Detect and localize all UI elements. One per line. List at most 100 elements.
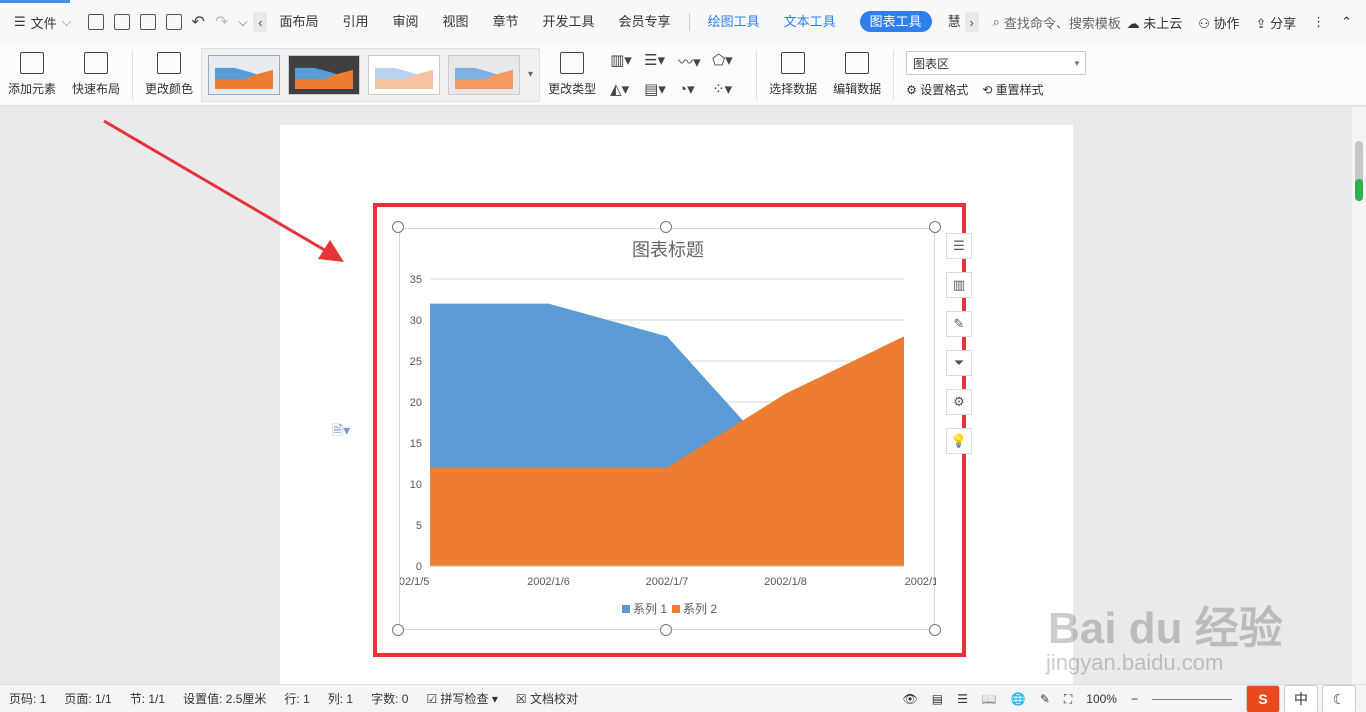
tab-separator xyxy=(688,13,690,31)
bar-chart-icon[interactable]: ☰▾ xyxy=(644,51,678,72)
page-view-icon[interactable]: ▤ xyxy=(932,692,943,706)
ime-moon-icon[interactable]: ☾ xyxy=(1322,685,1356,712)
tab-review[interactable]: 审阅 xyxy=(380,0,430,44)
right-actions: ☁ 未上云 ⚇ 协作 ⇪ 分享 ⋮ ⌃ xyxy=(1127,0,1352,44)
collapse-ribbon-icon[interactable]: ⌃ xyxy=(1341,14,1352,30)
chart-brush-icon[interactable]: ✎ xyxy=(946,311,972,337)
quick-layout-button[interactable]: 快速布局 xyxy=(64,46,128,104)
chart-element-select[interactable]: 图表区 ▾ xyxy=(906,51,1087,75)
status-page-number[interactable]: 页码: 1 xyxy=(0,690,55,707)
column-chart-icon[interactable]: ▥▾ xyxy=(610,51,644,72)
chart-style-thumb-4[interactable] xyxy=(448,54,521,95)
write-view-icon[interactable]: ✎ xyxy=(1040,692,1050,706)
file-menu-label: 文件 xyxy=(30,15,57,31)
share-button[interactable]: ⇪ 分享 xyxy=(1256,13,1297,32)
chart-elements-icon[interactable]: ☰ xyxy=(946,233,972,259)
ime-lang-toggle[interactable]: 中 xyxy=(1284,685,1318,712)
collaborate-button[interactable]: ⚇ 协作 xyxy=(1198,13,1239,32)
change-type-icon xyxy=(560,52,585,74)
tab-drawing-tools[interactable]: 绘图工具 xyxy=(696,0,772,44)
area-chart-icon[interactable]: ◭▾ xyxy=(610,80,644,98)
chart-tips-icon[interactable]: 💡 xyxy=(946,428,972,454)
paragraph-options-icon[interactable]: 🗎▾ xyxy=(332,420,350,444)
status-bar: 页码: 1 页面: 1/1 节: 1/1 设置值: 2.5厘米 行: 1 列: … xyxy=(0,684,1366,712)
chart-style-thumb-2[interactable] xyxy=(288,54,361,95)
tab-text-tools[interactable]: 文本工具 xyxy=(772,0,848,44)
status-word-count[interactable]: 字数: 0 xyxy=(362,690,417,707)
change-color-button[interactable]: 更改颜色 xyxy=(137,46,201,104)
status-setting-value[interactable]: 设置值: 2.5厘米 xyxy=(174,690,275,707)
scatter-chart-icon[interactable]: ⁘▾ xyxy=(712,80,746,98)
set-format-button[interactable]: ⚙ 设置格式 xyxy=(906,81,968,98)
status-pages[interactable]: 页面: 1/1 xyxy=(55,690,120,707)
reading-view-icon[interactable]: 📖 xyxy=(982,692,997,706)
select-data-label: 选择数据 xyxy=(769,82,818,96)
style-preview-2 xyxy=(295,67,354,89)
zoom-level[interactable]: 100% xyxy=(1086,692,1117,706)
print-preview-icon[interactable] xyxy=(165,14,182,30)
edit-data-button[interactable]: 编辑数据 xyxy=(825,46,889,104)
reset-style-button[interactable]: ⟲ 重置样式 xyxy=(982,81,1043,98)
chart-style-thumb-3[interactable] xyxy=(368,54,441,95)
status-col[interactable]: 列: 1 xyxy=(319,690,362,707)
scroll-indicator xyxy=(1355,179,1363,201)
redo-icon[interactable]: ↷ xyxy=(215,12,228,32)
tabs-scroll-left[interactable]: ‹ xyxy=(253,12,268,32)
tab-developer[interactable]: 开发工具 xyxy=(531,0,607,44)
outline-view-icon[interactable]: ☰ xyxy=(957,692,968,706)
customize-icon[interactable]: ⌵ xyxy=(238,15,247,30)
save-icon[interactable] xyxy=(87,14,104,30)
format-group: 图表区 ▾ ⚙ 设置格式 ⟲ 重置样式 xyxy=(898,51,1094,98)
set-format-label: 设置格式 xyxy=(920,83,969,97)
eye-protect-icon[interactable]: 👁 xyxy=(903,692,918,706)
status-right: 👁 ▤ ☰ 📖 🌐 ✎ ⛶ 100% − S 中 ☾ xyxy=(903,685,1366,712)
status-row[interactable]: 行: 1 xyxy=(275,690,318,707)
undo-icon[interactable]: ↶ xyxy=(192,12,205,32)
zoom-slider[interactable] xyxy=(1152,698,1232,700)
chart-style-icon[interactable]: ▥ xyxy=(946,272,972,298)
change-type-button[interactable]: 更改类型 xyxy=(540,46,604,104)
gallery-more-icon[interactable]: ▾ xyxy=(528,69,533,80)
chart-side-tools: ☰ ▥ ✎ ⏷ ⚙ 💡 xyxy=(946,233,972,454)
style-preview-3 xyxy=(375,67,434,89)
web-view-icon[interactable]: 🌐 xyxy=(1011,692,1026,706)
proofread-label: 文档校对 xyxy=(530,692,579,706)
tab-view[interactable]: 视图 xyxy=(431,0,481,44)
search-placeholder: 查找命令、搜索模板 xyxy=(1003,15,1121,31)
edit-data-icon xyxy=(845,52,870,74)
radar-chart-icon[interactable]: ⬠▾ xyxy=(712,51,746,72)
proofread-button[interactable]: ☒ 文档校对 xyxy=(507,690,587,707)
chart-element-value: 图表区 xyxy=(913,56,950,71)
tab-references[interactable]: 引用 xyxy=(330,0,380,44)
cloud-status[interactable]: ☁ 未上云 xyxy=(1127,13,1183,32)
more-icon[interactable]: ⋮ xyxy=(1312,14,1325,30)
pie-chart-icon[interactable]: ◔▾ xyxy=(678,80,712,98)
chart-settings-icon[interactable]: ⚙ xyxy=(946,389,972,415)
status-section[interactable]: 节: 1/1 xyxy=(121,690,174,707)
ribbon-separator xyxy=(132,49,134,100)
file-menu[interactable]: ☰ 文件 ⌵ xyxy=(0,8,82,36)
tabs-scroll-right[interactable]: › xyxy=(964,12,979,32)
fit-page-icon[interactable]: ⛶ xyxy=(1064,692,1072,707)
spell-check-button[interactable]: ☑ 拼写检查 ▾ xyxy=(417,690,506,707)
chart-style-thumb-1[interactable] xyxy=(208,54,281,95)
line-chart-icon[interactable]: 〰▾ xyxy=(678,51,712,72)
select-data-button[interactable]: 选择数据 xyxy=(761,46,825,104)
tab-chapter[interactable]: 章节 xyxy=(481,0,531,44)
vertical-scrollbar[interactable] xyxy=(1352,107,1366,684)
style-preview-4 xyxy=(455,67,514,89)
command-search[interactable]: ⌕ 查找命令、搜索模板 xyxy=(993,13,1121,32)
tab-chart-tools[interactable]: 图表工具 xyxy=(848,0,944,44)
watermark-url: jingyan.baidu.com xyxy=(1046,650,1224,675)
sogou-ime-icon[interactable]: S xyxy=(1246,685,1280,712)
chart-filter-icon[interactable]: ⏷ xyxy=(946,350,972,376)
ribbon-tabs: 面布局 引用 审阅 视图 章节 开发工具 会员专享 绘图工具 文本工具 图表工具… xyxy=(267,0,964,44)
zoom-out-icon[interactable]: − xyxy=(1131,692,1138,706)
add-element-button[interactable]: 添加元素 xyxy=(0,46,64,104)
print-icon[interactable] xyxy=(139,14,156,30)
tab-more[interactable]: 慧 xyxy=(944,0,965,44)
tab-member[interactable]: 会员专享 xyxy=(607,0,683,44)
tab-page-layout[interactable]: 面布局 xyxy=(267,0,330,44)
combo-chart-icon[interactable]: ▤▾ xyxy=(644,80,678,98)
export-icon[interactable] xyxy=(113,14,130,30)
